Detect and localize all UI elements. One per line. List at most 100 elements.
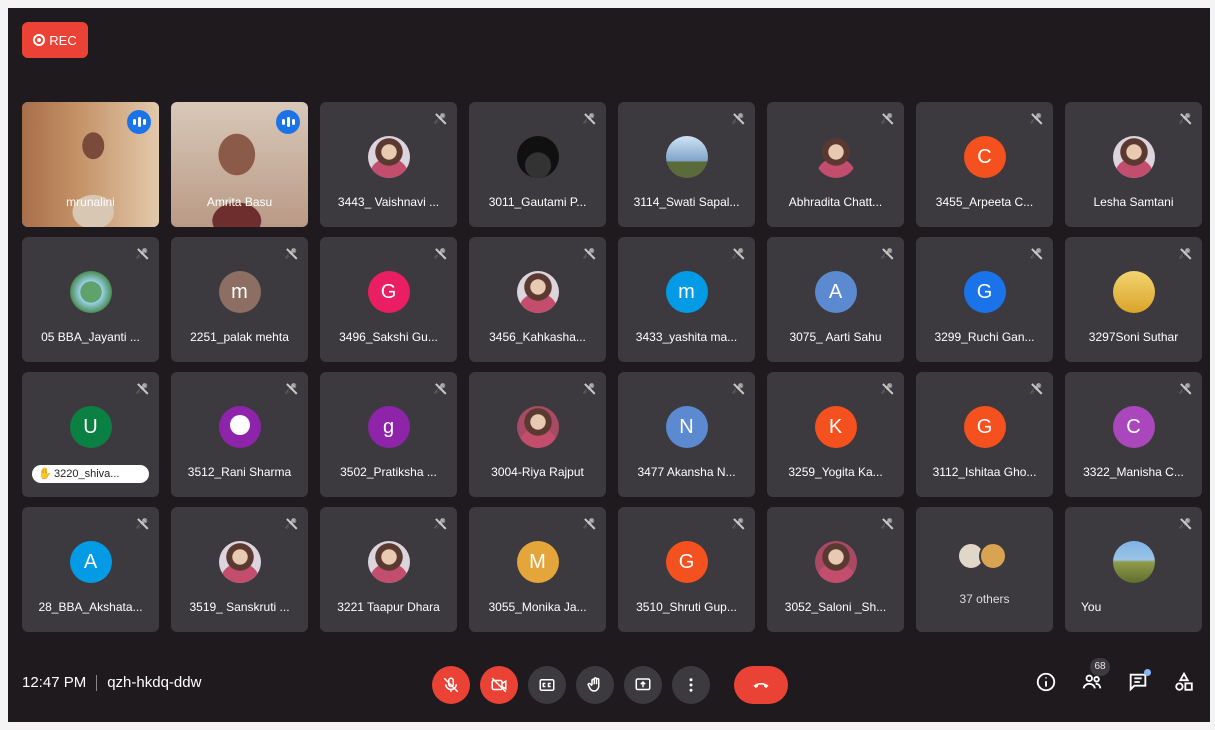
participant-name: 3477 Akansha N... — [637, 465, 736, 479]
participant-tile[interactable]: G 3496_Sakshi Gu... — [320, 237, 457, 362]
participant-tile[interactable]: Amrita Basu — [171, 102, 308, 227]
meeting-info-button[interactable] — [1034, 670, 1058, 694]
participant-tile[interactable]: m 3433_yashita ma... — [618, 237, 755, 362]
avatar — [367, 136, 410, 178]
participant-name: 3299_Ruchi Gan... — [934, 330, 1035, 344]
participant-name: Lesha Samtani — [1093, 195, 1174, 209]
avatar — [218, 406, 261, 448]
mic-muted-icon — [1178, 112, 1192, 126]
chat-notification-dot — [1144, 669, 1151, 676]
participant-name: 3075_ Aarti Sahu — [789, 330, 882, 344]
mic-muted-icon — [433, 517, 447, 531]
avatar: G — [665, 541, 708, 583]
mic-muted-icon — [284, 247, 298, 261]
participant-tile[interactable]: G 3112_Ishitaa Gho... — [916, 372, 1053, 497]
participant-tile[interactable]: G 3510_Shruti Gup... — [618, 507, 755, 632]
participant-tile[interactable]: 3052_Saloni _Sh... — [767, 507, 904, 632]
mic-muted-icon — [135, 517, 149, 531]
call-controls — [432, 666, 788, 704]
participant-tile[interactable]: G 3299_Ruchi Gan... — [916, 237, 1053, 362]
mic-muted-icon — [1029, 112, 1043, 126]
avatar — [516, 406, 559, 448]
avatar: U — [69, 406, 112, 448]
activities-button[interactable] — [1172, 670, 1196, 694]
participant-name: 3297Soni Suthar — [1088, 330, 1179, 344]
participant-name: Abhradita Chatt... — [788, 195, 883, 209]
avatar — [1112, 136, 1155, 178]
meeting-code: qzh-hkdq-ddw — [107, 674, 202, 691]
participant-tile[interactable]: 3114_Swati Sapal... — [618, 102, 755, 227]
participant-tile[interactable]: m 2251_palak mehta — [171, 237, 308, 362]
captions-button[interactable] — [528, 666, 566, 704]
mic-muted-icon — [1178, 247, 1192, 261]
mic-muted-icon — [433, 382, 447, 396]
participant-tile[interactable]: 3011_Gautami P... — [469, 102, 606, 227]
mic-muted-icon — [1178, 517, 1192, 531]
participant-name: 3433_yashita ma... — [635, 330, 738, 344]
side-panel-buttons: 68 — [1034, 658, 1196, 694]
mic-muted-icon — [1178, 382, 1192, 396]
captions-icon — [539, 679, 555, 691]
avatar — [516, 271, 559, 313]
participant-tile[interactable]: 3443_ Vaishnavi ... — [320, 102, 457, 227]
participant-tile[interactable]: N 3477 Akansha N... — [618, 372, 755, 497]
avatar: C — [963, 136, 1006, 178]
raise-hand-button[interactable] — [576, 666, 614, 704]
participant-tile[interactable]: C 3322_Manisha C... — [1065, 372, 1202, 497]
mic-muted-icon — [731, 112, 745, 126]
participant-name: 3011_Gautami P... — [488, 195, 587, 209]
avatar — [367, 541, 410, 583]
participant-tile[interactable]: You — [1065, 507, 1202, 632]
participant-name: 3455_Arpeeta C... — [935, 195, 1034, 209]
participant-name: 3004-Riya Rajput — [491, 465, 584, 479]
mic-muted-icon — [880, 247, 894, 261]
mic-muted-icon — [731, 247, 745, 261]
participant-tile[interactable]: U 3220_shiva... — [22, 372, 159, 497]
participant-tile[interactable]: mrunalini — [22, 102, 159, 227]
participant-tile[interactable]: 3456_Kahkasha... — [469, 237, 606, 362]
avatar: G — [963, 271, 1006, 313]
mic-muted-icon — [433, 112, 447, 126]
participant-tile[interactable]: A 3075_ Aarti Sahu — [767, 237, 904, 362]
participant-name: 3114_Swati Sapal... — [633, 195, 740, 209]
avatar: C — [1112, 406, 1155, 448]
chat-button[interactable] — [1126, 669, 1151, 694]
participant-tile[interactable]: 3004-Riya Rajput — [469, 372, 606, 497]
mic-muted-icon — [880, 112, 894, 126]
avatar — [665, 136, 708, 178]
info-icon — [1036, 672, 1056, 692]
avatar — [69, 271, 112, 313]
participant-tile[interactable]: K 3259_Yogita Ka... — [767, 372, 904, 497]
present-button[interactable] — [624, 666, 662, 704]
participant-tile[interactable]: 3519_ Sanskruti ... — [171, 507, 308, 632]
participant-tile[interactable]: 37 others — [916, 507, 1053, 632]
raise-hand-icon — [587, 677, 600, 692]
participant-name: 05 BBA_Jayanti ... — [41, 330, 140, 344]
mic-toggle-button[interactable] — [432, 666, 470, 704]
participant-tile[interactable]: C 3455_Arpeeta C... — [916, 102, 1053, 227]
participant-tile[interactable]: Lesha Samtani — [1065, 102, 1202, 227]
more-options-button[interactable] — [672, 666, 710, 704]
participant-tile[interactable]: M 3055_Monika Ja... — [469, 507, 606, 632]
mic-muted-icon — [1029, 382, 1043, 396]
avatar — [814, 136, 857, 178]
avatar: M — [516, 541, 559, 583]
participant-tile[interactable]: 3297Soni Suthar — [1065, 237, 1202, 362]
participant-tile[interactable]: Abhradita Chatt... — [767, 102, 904, 227]
participant-tile[interactable]: 05 BBA_Jayanti ... — [22, 237, 159, 362]
participant-name: 3443_ Vaishnavi ... — [337, 195, 440, 209]
mic-muted-icon — [880, 517, 894, 531]
avatar: K — [814, 406, 857, 448]
present-screen-icon — [635, 678, 651, 691]
participant-tile[interactable]: A 28_BBA_Akshata... — [22, 507, 159, 632]
end-call-icon — [753, 682, 769, 688]
participant-tile[interactable]: 3512_Rani Sharma — [171, 372, 308, 497]
avatar — [218, 541, 261, 583]
people-button[interactable]: 68 — [1080, 658, 1110, 694]
camera-toggle-button[interactable] — [480, 666, 518, 704]
avatar: m — [218, 271, 261, 313]
participant-tile[interactable]: g 3502_Pratiksha ... — [320, 372, 457, 497]
participant-tile[interactable]: 3221 Taapur Dhara — [320, 507, 457, 632]
leave-call-button[interactable] — [734, 666, 788, 704]
avatar — [978, 542, 1007, 570]
